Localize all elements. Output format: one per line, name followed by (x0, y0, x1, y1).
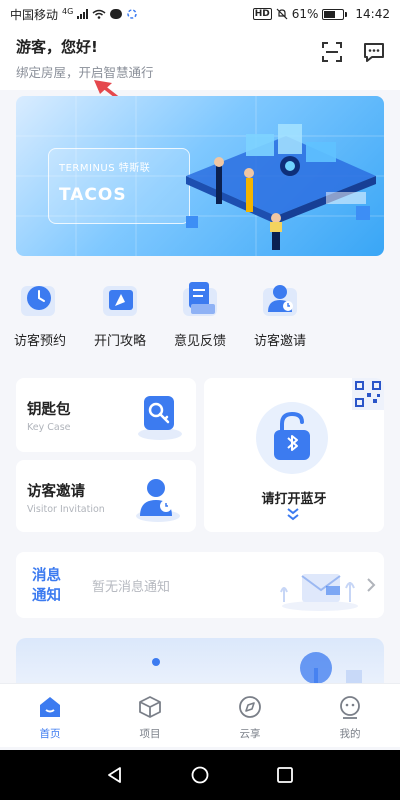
quick-action-label: 访客预约 (13, 334, 66, 349)
chevron-down-icon (287, 508, 299, 521)
quick-action-label: 访客邀请 (253, 334, 306, 349)
qr-code-icon[interactable] (352, 378, 384, 410)
key-case-card[interactable]: 钥匙包 Key Case (16, 378, 196, 452)
quick-action-visitor-appointment[interactable]: 访客预约 (5, 276, 75, 349)
hd-badge: HD (252, 8, 272, 20)
tab-label: 项目 (139, 728, 161, 740)
tab-projects[interactable]: 项目 (120, 694, 180, 741)
wifi-icon (92, 9, 106, 19)
network-type: 4G (62, 6, 74, 16)
tab-label: 我的 (339, 728, 361, 740)
app-screen: 中国移动 4G HD 61% 14:42 游客，您好! 绑定房屋，开启智慧通行 (0, 0, 400, 800)
card-subtitle: Visitor Invitation (27, 504, 105, 515)
tab-mine[interactable]: 我的 (320, 694, 380, 741)
compass-icon (237, 694, 263, 720)
bottom-tab-bar: 首页 项目 云享 我的 (0, 683, 400, 747)
home-nav-icon[interactable] (191, 766, 209, 784)
envelope-illustration-icon (280, 574, 358, 611)
card-title: 钥匙包 (27, 402, 71, 418)
brand-line: TERMINUS 特斯联 (59, 163, 151, 174)
scan-icon[interactable] (320, 40, 344, 64)
compass-icon (97, 276, 143, 322)
carrier-label: 中国移动 (10, 7, 59, 22)
bluetooth-unlock-card[interactable]: 请打开蓝牙 (204, 378, 384, 532)
card-title: 访客邀请 (27, 484, 85, 500)
notice-text: 暂无消息通知 (92, 580, 171, 595)
tab-cloud-share[interactable]: 云享 (220, 694, 280, 741)
message-notice-bar[interactable]: 消息通知 暂无消息通知 (16, 552, 384, 618)
quick-actions: 访客预约 开门攻略 意见反馈 访客邀请 (0, 276, 400, 356)
smart-city-illustration (186, 124, 376, 250)
quick-action-visitor-invite[interactable]: 访客邀请 (245, 276, 315, 349)
bluetooth-prompt: 请打开蓝牙 (261, 492, 327, 507)
brand-card: TERMINUS 特斯联 TACOS (48, 148, 190, 224)
message-icon[interactable] (362, 40, 386, 64)
tab-home[interactable]: 首页 (20, 694, 80, 741)
battery-icon (322, 8, 348, 20)
feedback-icon (177, 276, 223, 322)
chevron-right-icon[interactable] (366, 577, 376, 593)
visitor-icon (257, 276, 303, 322)
signal-icon (77, 9, 89, 19)
chat-notification-icon (110, 9, 123, 19)
visitor-icon (136, 479, 180, 522)
bind-house-link[interactable]: 绑定房屋，开启智慧通行 (16, 62, 154, 81)
system-navigation-bar (0, 750, 400, 800)
mute-icon (276, 8, 288, 20)
home-icon (37, 694, 63, 720)
recents-icon[interactable] (276, 766, 294, 784)
greeting-title: 游客，您好! (16, 38, 98, 56)
sync-icon (127, 9, 138, 19)
quick-action-label: 意见反馈 (173, 334, 226, 349)
brand-name: TACOS (59, 185, 127, 205)
back-icon[interactable] (106, 766, 124, 784)
notice-title: 消息通知 (32, 568, 61, 604)
clock-icon (17, 276, 63, 322)
tab-label: 云享 (239, 728, 261, 740)
home-header: 游客，您好! 绑定房屋，开启智慧通行 (0, 28, 400, 90)
profile-icon (337, 694, 363, 720)
bluetooth-lock-icon (274, 411, 310, 460)
tab-label: 首页 (39, 728, 61, 740)
battery-percent: 61% (291, 7, 319, 21)
card-subtitle: Key Case (27, 422, 71, 433)
status-bar: 中国移动 4G HD 61% 14:42 (0, 0, 400, 28)
clock-time: 14:42 (355, 7, 390, 21)
cube-icon (137, 694, 163, 720)
visitor-invitation-card[interactable]: 访客邀请 Visitor Invitation (16, 460, 196, 532)
promo-banner[interactable]: TERMINUS 特斯联 TACOS (16, 96, 384, 256)
quick-action-label: 开门攻略 (93, 334, 146, 349)
quick-action-door-guide[interactable]: 开门攻略 (85, 276, 155, 349)
quick-action-feedback[interactable]: 意见反馈 (165, 276, 235, 349)
key-icon (138, 396, 182, 440)
